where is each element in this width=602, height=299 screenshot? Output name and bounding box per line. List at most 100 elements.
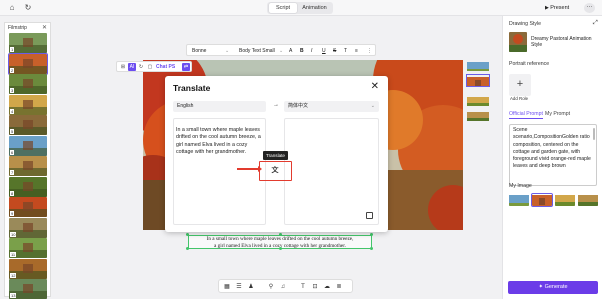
my-image-3[interactable] [555, 194, 575, 206]
resize-handle[interactable] [279, 247, 282, 250]
filmstrip-frame[interactable]: 6 [9, 135, 47, 156]
alt-thumb-4[interactable] [467, 110, 489, 121]
translate-button[interactable]: 文 [259, 161, 292, 181]
frame-number: 4 [10, 108, 15, 114]
italic-icon[interactable]: I [311, 47, 312, 55]
copy-icon[interactable] [366, 212, 373, 219]
close-icon[interactable]: ✕ [371, 81, 379, 92]
resize-handle[interactable] [186, 233, 189, 236]
filmstrip-title: Filmstrip [8, 25, 27, 31]
resize-handle[interactable] [370, 247, 373, 250]
text-icon[interactable]: T [299, 283, 307, 291]
style-select[interactable]: Body Text Small [239, 47, 275, 55]
frame-number: 11 [10, 252, 17, 257]
add-role-label: Add Role [510, 96, 529, 101]
text-size-icon[interactable]: T [344, 47, 347, 55]
table-icon[interactable]: ▦ [223, 283, 231, 291]
filmstrip-frame[interactable]: 8 [9, 176, 47, 197]
expand-icon[interactable]: ⤢ [593, 20, 598, 27]
generate-button[interactable]: ✦ Generate [508, 281, 598, 294]
my-image-1[interactable] [509, 194, 529, 206]
alt-thumb-2[interactable] [466, 74, 490, 87]
align-icon[interactable]: ≡ [355, 47, 358, 55]
annotation-arrow [237, 166, 262, 172]
alt-thumb-1[interactable] [467, 60, 489, 71]
filmstrip-frame[interactable]: 9 [9, 197, 47, 217]
filmstrip-frame[interactable]: 12 [9, 258, 47, 279]
prompt-text: Scene scenario,CompositionGolden ratio c… [513, 127, 591, 170]
frame-number: 5 [10, 129, 15, 134]
crop-icon[interactable]: ▢ [146, 63, 154, 71]
prompt-textarea[interactable]: Scene scenario,CompositionGolden ratio c… [509, 124, 597, 186]
filmstrip-frame[interactable]: 11 [9, 238, 47, 258]
frame-number: 6 [10, 149, 15, 155]
resize-handle[interactable] [370, 233, 373, 236]
more-format-icon[interactable]: ⋮ [367, 47, 372, 55]
translate-icon[interactable]: ⇄ [182, 63, 190, 71]
filmstrip-frame[interactable]: 4 [9, 94, 47, 115]
frame-number: 10 [10, 231, 17, 237]
filmstrip-frame[interactable]: 7 [9, 156, 47, 176]
target-language-select[interactable]: 简体中文 ⌄ [284, 101, 379, 112]
font-select[interactable]: Bonne [192, 47, 206, 55]
tab-official-prompt[interactable]: Official Prompt [509, 111, 543, 119]
frame-number: 12 [10, 272, 17, 278]
filmstrip-frame[interactable]: 2 [8, 52, 48, 75]
resize-handle[interactable] [186, 247, 189, 250]
underline-icon[interactable]: U [322, 47, 326, 55]
drawing-style-label: Drawing Style [509, 21, 542, 27]
filmstrip-frame[interactable]: 10 [9, 217, 47, 238]
tab-script[interactable]: Script [269, 3, 297, 13]
filmstrip-frame[interactable]: 5 [9, 115, 47, 135]
frame-number: 7 [10, 170, 15, 175]
dialog-title: Translate [173, 83, 211, 93]
resize-handle[interactable] [279, 233, 282, 236]
image-toolbar: ⊞ AI ↻ ▢ Chat PS ⇄ [116, 61, 192, 72]
add-role-button[interactable]: + [509, 74, 531, 96]
scrollbar[interactable] [593, 128, 595, 140]
close-icon[interactable]: ✕ [42, 24, 47, 31]
refresh-icon[interactable]: ↻ [137, 63, 145, 71]
right-panel: Drawing Style ⤢ Dreamy Pastoral Animatio… [502, 16, 602, 299]
font-color-icon[interactable]: A [289, 47, 292, 55]
style-thumbnail [509, 32, 527, 52]
style-card[interactable]: Dreamy Pastoral Animation Style [509, 32, 599, 52]
tab-animation[interactable]: Animation [298, 3, 331, 13]
frame-number: 9 [10, 211, 15, 216]
tab-my-prompt[interactable]: My Prompt [545, 111, 570, 117]
pin-icon[interactable]: ⚲ [267, 283, 275, 291]
refresh-icon[interactable]: ↻ [23, 3, 33, 13]
source-text: In a small town where maple leaves drift… [176, 127, 261, 156]
filmstrip-panel: Filmstrip ✕ 1 2 3 4 5 6 7 8 9 10 11 12 13 [4, 22, 51, 299]
music-icon[interactable]: ♫ [279, 283, 287, 291]
translate-dialog: Translate ✕ English → 简体中文 ⌄ In a small … [165, 76, 388, 232]
frame-number: 8 [10, 190, 15, 196]
cloud-icon[interactable]: ☁ [323, 283, 331, 291]
text-format-bar: Bonne ⌄ Body Text Small ⌄ A B I U S T ≡ … [186, 44, 376, 56]
top-bar: ⌂ ↻ Script Animation ▶ Present ··· [0, 0, 602, 16]
frame-number: 2 [10, 67, 15, 73]
alt-thumb-3[interactable] [467, 95, 489, 106]
filmstrip-frame[interactable]: 13 [9, 279, 47, 299]
more-button[interactable]: ··· [584, 3, 595, 13]
filmstrip-frame[interactable]: 3 [9, 74, 47, 94]
home-icon[interactable]: ⌂ [7, 3, 17, 13]
source-language-select[interactable]: English [173, 101, 266, 112]
chevron-down-icon: ⌄ [370, 103, 375, 109]
person-icon[interactable]: ♟ [247, 283, 255, 291]
present-button[interactable]: ▶ Present [545, 3, 581, 13]
bold-icon[interactable]: B [300, 47, 304, 55]
frame-number: 3 [10, 88, 15, 93]
chat-ps-button[interactable]: Chat PS [156, 63, 175, 71]
ai-button[interactable]: AI [128, 63, 136, 71]
my-image-4[interactable] [578, 194, 598, 206]
list-icon[interactable]: ☰ [235, 283, 243, 291]
arrow-right-icon: → [273, 102, 279, 108]
grid-icon[interactable]: ⊞ [119, 63, 127, 71]
frame-icon[interactable]: ⊡ [311, 283, 319, 291]
filmstrip-frame[interactable]: 1 [9, 33, 47, 53]
strikethrough-icon[interactable]: S [333, 47, 336, 55]
target-text-area[interactable] [284, 118, 379, 225]
my-image-2[interactable] [531, 193, 553, 207]
layers-icon[interactable]: ≣ [335, 283, 343, 291]
